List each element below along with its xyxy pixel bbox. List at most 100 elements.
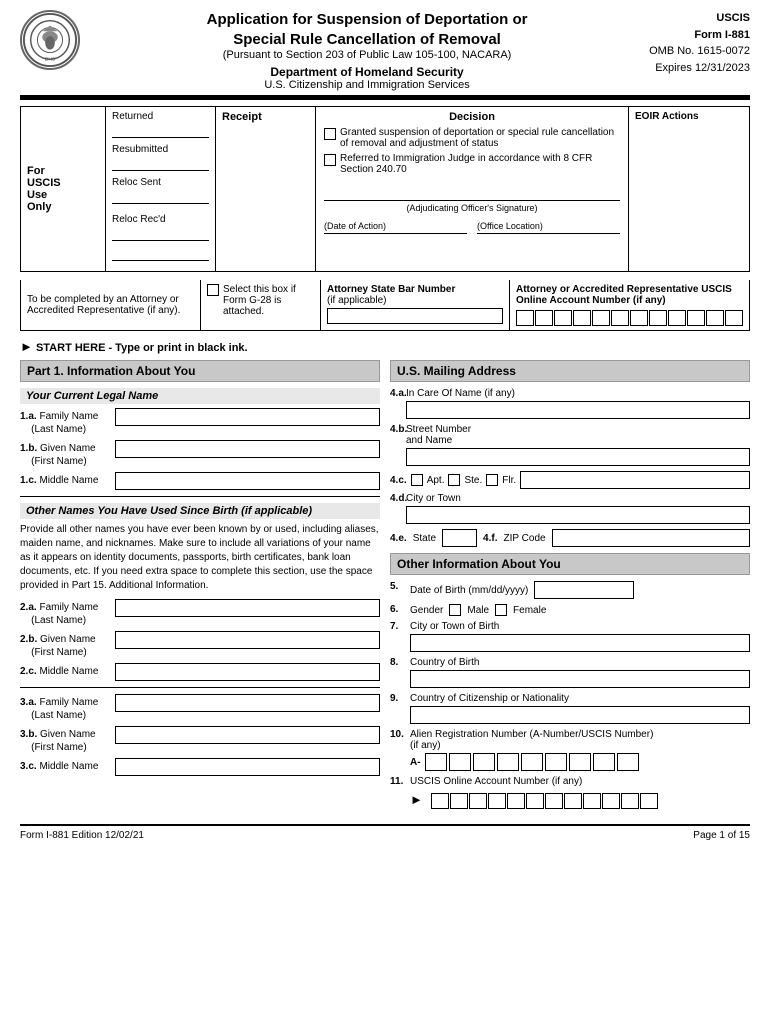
- field-4b-label: Street Number and Name: [406, 424, 750, 446]
- seg-9[interactable]: [668, 310, 686, 326]
- field-8: 8. Country of Birth: [390, 657, 750, 688]
- bar-number-input[interactable]: [327, 308, 503, 324]
- field-2a-label: 2.a. Family Name (Last Name): [20, 599, 115, 627]
- reloc-sent-label: Reloc Sent: [112, 177, 209, 188]
- middle-name-1c-input[interactable]: [115, 472, 380, 490]
- apt-checkbox[interactable]: [411, 474, 423, 486]
- attorney-box: To be completed by an Attorney or Accred…: [20, 280, 750, 331]
- field-1c-row: 1.c. Middle Name: [20, 472, 380, 490]
- account-number-title: Attorney or Accredited Representative US…: [516, 284, 743, 306]
- account-num-segs: [431, 793, 750, 809]
- dob-input[interactable]: [534, 581, 634, 599]
- anum-seg-5[interactable]: [521, 753, 543, 771]
- anum-seg-3[interactable]: [473, 753, 495, 771]
- acct-seg-11[interactable]: [621, 793, 639, 809]
- family-name-3a-input[interactable]: [115, 694, 380, 712]
- female-checkbox[interactable]: [495, 604, 507, 616]
- anum-seg-9[interactable]: [617, 753, 639, 771]
- field-1b-label: 1.b. Given Name (First Name): [20, 440, 115, 468]
- seg-7[interactable]: [630, 310, 648, 326]
- for-uscis-label: ForUSCISUseOnly: [21, 107, 106, 271]
- expiry-date: Expires 12/31/2023: [649, 60, 750, 77]
- field-11-content: USCIS Online Account Number (if any) ►: [410, 776, 750, 809]
- field-2c-label: 2.c. Middle Name: [20, 663, 115, 678]
- citizenship-input[interactable]: [410, 706, 750, 724]
- seg-8[interactable]: [649, 310, 667, 326]
- seg-2[interactable]: [535, 310, 553, 326]
- acct-seg-6[interactable]: [526, 793, 544, 809]
- attorney-col2: Select this box if Form G-28 is attached…: [201, 280, 321, 330]
- country-birth-input[interactable]: [410, 670, 750, 688]
- anum-seg-1[interactable]: [425, 753, 447, 771]
- field-2c-row: 2.c. Middle Name: [20, 663, 380, 681]
- seg-6[interactable]: [611, 310, 629, 326]
- field-4f-label: ZIP Code: [504, 533, 546, 544]
- seg-5[interactable]: [592, 310, 610, 326]
- date-label: (Date of Action): [324, 221, 467, 234]
- seg-3[interactable]: [554, 310, 572, 326]
- acct-seg-5[interactable]: [507, 793, 525, 809]
- date-office-row: (Date of Action) (Office Location): [324, 221, 620, 234]
- street-number-input[interactable]: [406, 448, 750, 466]
- black-bar: [20, 95, 750, 100]
- ste-checkbox[interactable]: [448, 474, 460, 486]
- field-3b-num: 3.b.: [20, 729, 37, 740]
- given-name-2b-input[interactable]: [115, 631, 380, 649]
- decision-checkbox-2[interactable]: [324, 154, 336, 166]
- seg-10[interactable]: [687, 310, 705, 326]
- footer-right: Page 1 of 15: [693, 830, 750, 841]
- field-3a-label: 3.a. Family Name (Last Name): [20, 694, 115, 722]
- anum-seg-4[interactable]: [497, 753, 519, 771]
- city-input[interactable]: [406, 506, 750, 524]
- acct-seg-3[interactable]: [469, 793, 487, 809]
- extra-line: [112, 247, 209, 261]
- city-birth-input[interactable]: [410, 634, 750, 652]
- acct-seg-1[interactable]: [431, 793, 449, 809]
- footer-left: Form I-881 Edition 12/02/21: [20, 830, 144, 841]
- acct-seg-2[interactable]: [450, 793, 468, 809]
- anum-seg-2[interactable]: [449, 753, 471, 771]
- middle-name-3c-input[interactable]: [115, 758, 380, 776]
- zip-input[interactable]: [552, 529, 750, 547]
- field-4b-content: Street Number and Name: [406, 424, 750, 466]
- anum-seg-6[interactable]: [545, 753, 567, 771]
- middle-name-2c-input[interactable]: [115, 663, 380, 681]
- field-9-label: Country of Citizenship or Nationality: [410, 693, 750, 704]
- male-checkbox[interactable]: [449, 604, 461, 616]
- acct-seg-4[interactable]: [488, 793, 506, 809]
- form-title-line1: Application for Suspension of Deportatio…: [85, 10, 649, 30]
- field-5-label: Date of Birth (mm/dd/yyyy): [410, 585, 528, 596]
- seg-12[interactable]: [725, 310, 743, 326]
- seg-4[interactable]: [573, 310, 591, 326]
- anum-seg-8[interactable]: [593, 753, 615, 771]
- family-name-1a-input[interactable]: [115, 408, 380, 426]
- acct-seg-10[interactable]: [602, 793, 620, 809]
- attorney-text: To be completed by an Attorney or Accred…: [27, 294, 194, 316]
- acct-seg-12[interactable]: [640, 793, 658, 809]
- field-4c-row: 4.c. Apt. Ste. Flr.: [390, 471, 750, 489]
- anum-seg-7[interactable]: [569, 753, 591, 771]
- in-care-of-input[interactable]: [406, 401, 750, 419]
- family-name-2a-input[interactable]: [115, 599, 380, 617]
- seg-11[interactable]: [706, 310, 724, 326]
- field-4f-num: 4.f.: [483, 533, 497, 544]
- attorney-col1: To be completed by an Attorney or Accred…: [21, 280, 201, 330]
- apt-number-input[interactable]: [520, 471, 750, 489]
- field-6: 6. Gender Male Female: [390, 604, 750, 616]
- flr-checkbox[interactable]: [486, 474, 498, 486]
- bar-number-sub: (if applicable): [327, 295, 503, 306]
- gender-label: Gender: [410, 605, 443, 616]
- decision-checkbox-1[interactable]: [324, 128, 336, 140]
- other-info-header: Other Information About You: [390, 553, 750, 575]
- field-9-content: Country of Citizenship or Nationality: [410, 693, 750, 724]
- state-input[interactable]: [442, 529, 477, 547]
- field-4a-num: 4.a.: [390, 388, 406, 399]
- given-name-1b-input[interactable]: [115, 440, 380, 458]
- start-here-text: START HERE - Type or print in black ink.: [36, 342, 248, 354]
- acct-seg-9[interactable]: [583, 793, 601, 809]
- given-name-3b-input[interactable]: [115, 726, 380, 744]
- acct-seg-7[interactable]: [545, 793, 563, 809]
- acct-seg-8[interactable]: [564, 793, 582, 809]
- seg-1[interactable]: [516, 310, 534, 326]
- g28-checkbox[interactable]: [207, 284, 219, 296]
